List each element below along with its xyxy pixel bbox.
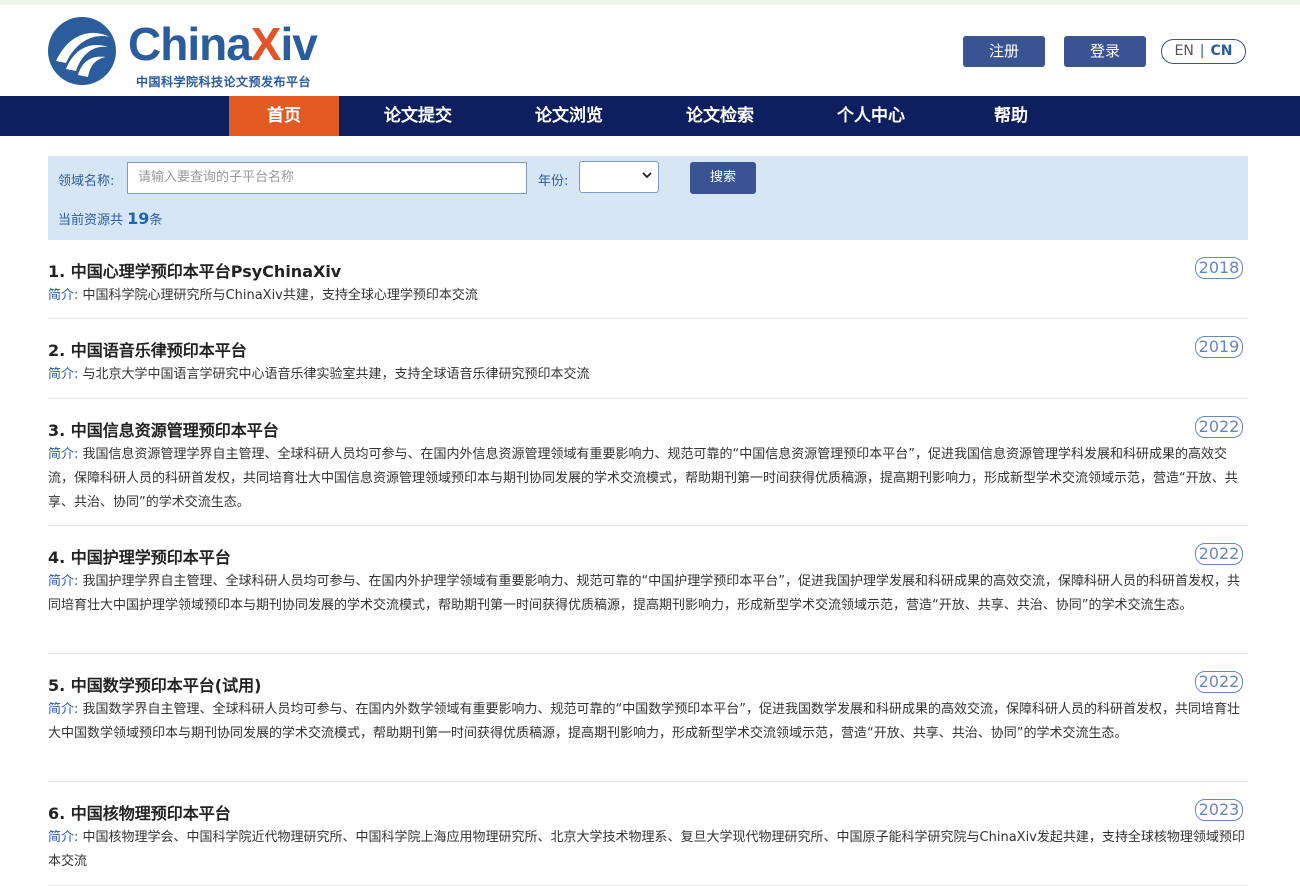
list-item: 6. 中国核物理预印本平台 2023 简介: 中国核物理学会、中国科学院近代物理… <box>48 782 1248 886</box>
year-badge: 2023 <box>1195 799 1243 821</box>
desc-label: 简介: <box>48 288 79 303</box>
item-title-link[interactable]: 4. 中国护理学预印本平台 <box>48 544 231 568</box>
desc-text: 我国数学界自主管理、全球科研人员均可参与、在国内外数学领域有重要影响力、规范可靠… <box>48 702 1241 741</box>
year-badge: 2022 <box>1195 543 1243 565</box>
year-badge: 2022 <box>1195 416 1243 438</box>
resource-count: 当前资源共 19条 <box>58 209 162 228</box>
list-item: 2. 中国语音乐律预印本平台 2019 简介: 与北京大学中国语言学研究中心语音… <box>48 319 1248 399</box>
item-description: 简介: 中国科学院心理研究所与ChinaXiv共建，支持全球心理学预印本交流 <box>48 284 1248 308</box>
search-panel: 领域名称: 请输入要查询的子平台名称 年份: 搜索 当前资源共 19条 <box>48 156 1248 240</box>
count-prefix: 当前资源共 <box>58 213 124 228</box>
logo-subtitle: 中国科学院科技论文预发布平台 <box>136 75 312 89</box>
item-description: 简介: 中国核物理学会、中国科学院近代物理研究所、中国科学院上海应用物理研究所、… <box>48 826 1248 874</box>
platform-list: 1. 中国心理学预印本平台PsyChinaXiv 2018 简介: 中国科学院心… <box>48 240 1248 886</box>
desc-label: 简介: <box>48 830 79 845</box>
year-badge: 2022 <box>1195 671 1243 693</box>
chinaxiv-logo[interactable]: ChinaXiv 中国科学院科技论文预发布平台 <box>46 15 346 90</box>
nav-item-browse[interactable]: 论文浏览 <box>514 96 624 136</box>
item-title-link[interactable]: 1. 中国心理学预印本平台PsyChinaXiv <box>48 258 341 282</box>
item-title-link[interactable]: 3. 中国信息资源管理预印本平台 <box>48 417 279 441</box>
nav-item-home[interactable]: 首页 <box>229 96 339 136</box>
field-name-input[interactable]: 请输入要查询的子平台名称 <box>127 162 527 194</box>
nav-item-submit[interactable]: 论文提交 <box>363 96 473 136</box>
desc-text: 我国护理学界自主管理、全球科研人员均可参与、在国内外护理学领域有重要影响力、规范… <box>48 574 1241 613</box>
year-badge: 2018 <box>1195 257 1243 279</box>
search-button[interactable]: 搜索 <box>690 162 756 194</box>
field-name-label: 领域名称: <box>58 174 115 189</box>
item-title-link[interactable]: 5. 中国数学预印本平台(试用) <box>48 672 261 696</box>
main-nav: 首页 论文提交 论文浏览 论文检索 个人中心 帮助 <box>0 96 1300 136</box>
item-description: 简介: 我国护理学界自主管理、全球科研人员均可参与、在国内外护理学领域有重要影响… <box>48 570 1248 618</box>
desc-text: 中国科学院心理研究所与ChinaXiv共建，支持全球心理学预印本交流 <box>82 288 478 303</box>
desc-text: 中国核物理学会、中国科学院近代物理研究所、中国科学院上海应用物理研究所、北京大学… <box>48 830 1245 869</box>
language-switch: EN | CN <box>1161 39 1246 64</box>
item-description: 简介: 我国数学界自主管理、全球科研人员均可参与、在国内外数学领域有重要影响力、… <box>48 698 1248 746</box>
item-description: 简介: 与北京大学中国语言学研究中心语音乐律实验室共建，支持全球语音乐律研究预印… <box>48 363 1248 387</box>
desc-label: 简介: <box>48 702 79 717</box>
desc-label: 简介: <box>48 367 79 382</box>
desc-text: 我国信息资源管理学界自主管理、全球科研人员均可参与、在国内外信息资源管理领域有重… <box>48 447 1238 510</box>
lang-cn-link[interactable]: CN <box>1211 43 1233 59</box>
count-suffix: 条 <box>149 213 163 228</box>
list-item: 1. 中国心理学预印本平台PsyChinaXiv 2018 简介: 中国科学院心… <box>48 240 1248 319</box>
item-title-link[interactable]: 2. 中国语音乐律预印本平台 <box>48 337 247 361</box>
login-button[interactable]: 登录 <box>1064 36 1146 67</box>
register-button[interactable]: 注册 <box>963 36 1045 67</box>
year-select[interactable] <box>579 161 659 193</box>
list-item: 3. 中国信息资源管理预印本平台 2022 简介: 我国信息资源管理学界自主管理… <box>48 399 1248 526</box>
lang-separator: | <box>1199 43 1205 59</box>
logo-wordmark: ChinaXiv <box>128 18 318 70</box>
list-item: 4. 中国护理学预印本平台 2022 简介: 我国护理学界自主管理、全球科研人员… <box>48 526 1248 654</box>
item-title-link[interactable]: 6. 中国核物理预印本平台 <box>48 800 231 824</box>
count-value: 19 <box>127 209 150 228</box>
year-label: 年份: <box>538 174 569 189</box>
year-badge: 2019 <box>1195 336 1243 358</box>
desc-label: 简介: <box>48 574 79 589</box>
nav-item-personal-center[interactable]: 个人中心 <box>816 96 926 136</box>
logo-mark-icon <box>48 17 116 85</box>
desc-label: 简介: <box>48 447 79 462</box>
site-header: ChinaXiv 中国科学院科技论文预发布平台 注册 登录 EN | CN <box>0 5 1300 96</box>
chevron-down-icon <box>642 172 652 179</box>
nav-item-search[interactable]: 论文检索 <box>665 96 775 136</box>
lang-en-link[interactable]: EN <box>1174 43 1193 59</box>
nav-item-help[interactable]: 帮助 <box>956 96 1066 136</box>
item-description: 简介: 我国信息资源管理学界自主管理、全球科研人员均可参与、在国内外信息资源管理… <box>48 443 1248 515</box>
list-item: 5. 中国数学预印本平台(试用) 2022 简介: 我国数学界自主管理、全球科研… <box>48 654 1248 782</box>
desc-text: 与北京大学中国语言学研究中心语音乐律实验室共建，支持全球语音乐律研究预印本交流 <box>82 367 590 382</box>
